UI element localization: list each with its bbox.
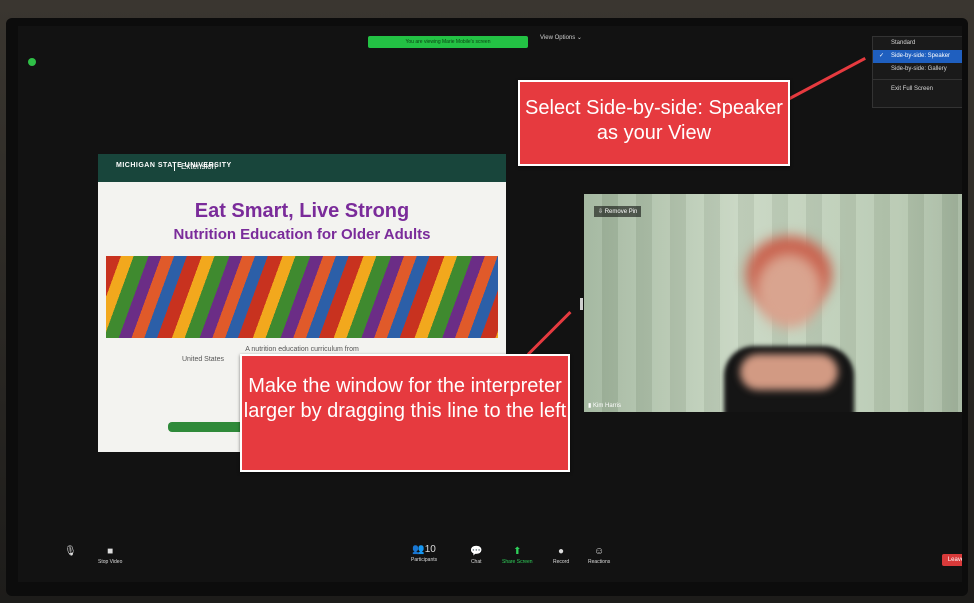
zoom-window: You are viewing Marie Mobile's screen Vi…	[18, 26, 962, 582]
leave-button[interactable]: Leave	[942, 554, 962, 566]
participant-name-tag: ▮ Kim Harris	[588, 403, 621, 409]
interpreter-video[interactable]: ⇩ Remove Pin ▮ Kim Harris	[584, 194, 962, 412]
remove-pin-button[interactable]: ⇩ Remove Pin	[594, 206, 642, 217]
chat-icon: 💬	[470, 546, 483, 557]
check-icon: ✓	[879, 53, 885, 59]
share-screen-button[interactable]: ⬆ Share Screen	[502, 546, 533, 565]
slide-body-text: A nutrition education curriculum from	[245, 346, 359, 353]
view-menu: Standard ✓ Side-by-side: Speaker Side-by…	[872, 36, 962, 108]
participants-count: 10	[424, 544, 436, 555]
blurred-face	[756, 254, 822, 328]
menu-item-side-by-side-speaker[interactable]: ✓ Side-by-side: Speaker	[873, 50, 962, 63]
participants-button[interactable]: 👥10 Participants	[411, 544, 437, 563]
menu-item-side-by-side-gallery[interactable]: Side-by-side: Gallery	[873, 63, 962, 76]
slide-header: MICHIGAN STATE UNIVERSITY Extension	[98, 154, 506, 182]
callout-drag-line: Make the window for the interpreter larg…	[240, 354, 570, 472]
microphone-icon: 🎙	[64, 546, 77, 557]
callout-select-view-text: Select Side-by-side: Speaker as your Vie…	[525, 97, 783, 144]
stop-video-button[interactable]: ■ Stop Video	[98, 546, 122, 565]
share-screen-icon: ⬆	[513, 546, 522, 557]
slide-title: Eat Smart, Live Strong	[194, 200, 410, 222]
signal-icon: ▮	[588, 403, 592, 409]
menu-divider	[873, 79, 962, 80]
food-illustration	[106, 256, 498, 338]
slide-body-text-2: United States	[182, 356, 225, 363]
share-banner[interactable]: You are viewing Marie Mobile's screen	[368, 36, 528, 48]
mute-button[interactable]: 🎙	[64, 546, 77, 559]
callout-drag-line-text: Make the window for the interpreter larg…	[243, 375, 567, 422]
menu-item-exit-full-screen[interactable]: Exit Full Screen	[873, 83, 962, 96]
reactions-icon: ☺	[594, 546, 605, 557]
split-drag-handle[interactable]	[580, 298, 583, 310]
chevron-down-icon: ⌄	[576, 35, 582, 41]
menu-item-standard[interactable]: Standard	[873, 37, 962, 50]
interpreter-figure	[724, 236, 854, 412]
extension-label: Extension	[174, 162, 216, 171]
slide-subtitle: Nutrition Education for Older Adults	[173, 226, 431, 243]
participants-icon: 👥10	[412, 544, 436, 555]
view-options-button[interactable]: View Options ⌄	[540, 34, 582, 41]
signing-hands	[740, 354, 838, 390]
reactions-button[interactable]: ☺ Reactions	[588, 546, 610, 565]
record-icon: ●	[558, 546, 565, 557]
video-camera-icon: ■	[107, 546, 114, 557]
pin-icon: ⇩	[598, 209, 604, 215]
view-options-label: View Options	[540, 35, 576, 41]
security-shield-icon[interactable]	[28, 58, 36, 66]
meeting-toolbar: 🎙 ■ Stop Video 👥10 Participants 💬 Chat ⬆…	[18, 536, 962, 582]
callout-select-view: Select Side-by-side: Speaker as your Vie…	[518, 80, 790, 166]
record-button[interactable]: ● Record	[553, 546, 569, 565]
chat-button[interactable]: 💬 Chat	[470, 546, 482, 565]
